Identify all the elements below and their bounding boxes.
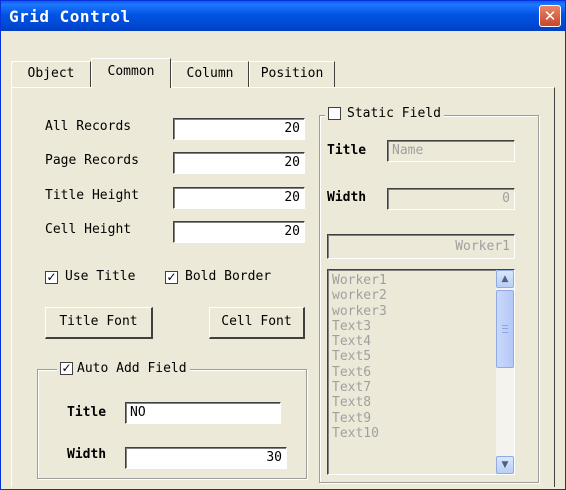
all-records-label: All Records: [45, 119, 132, 134]
list-item[interactable]: Text6: [332, 365, 387, 380]
static-selected-value[interactable]: Worker1: [327, 234, 515, 259]
static-field-label: Static Field: [347, 106, 441, 121]
static-title-input[interactable]: Name: [387, 140, 515, 162]
use-title-label: Use Title: [65, 269, 136, 284]
list-item[interactable]: Text4: [332, 334, 387, 349]
cell-font-button[interactable]: Cell Font: [209, 307, 305, 339]
static-field-checkbox[interactable]: [328, 107, 341, 120]
page-records-input[interactable]: 20: [173, 152, 305, 174]
static-width-label: Width: [327, 190, 367, 205]
list-item[interactable]: Text3: [332, 319, 387, 334]
auto-add-width-label: Width: [67, 447, 107, 462]
close-button[interactable]: ✕: [539, 5, 561, 27]
list-item[interactable]: Text8: [332, 395, 387, 410]
grid-control-dialog: Grid Control ✕ Object Common Column Posi…: [0, 0, 566, 490]
check-icon: ✓: [61, 361, 72, 375]
list-item[interactable]: Text7: [332, 380, 387, 395]
list-item[interactable]: worker2: [332, 288, 387, 303]
check-icon: ✓: [166, 270, 177, 284]
title-bar[interactable]: Grid Control ✕: [1, 1, 565, 31]
static-field-list[interactable]: Worker1 worker2 worker3 Text3 Text4 Text…: [327, 269, 515, 475]
auto-add-title-input[interactable]: NO: [125, 402, 281, 424]
scroll-thumb[interactable]: [496, 290, 514, 368]
scroll-up-button[interactable]: ▲: [496, 270, 514, 288]
static-field-legend: Static Field: [325, 106, 444, 121]
tab-column[interactable]: Column: [171, 61, 249, 87]
title-font-button[interactable]: Title Font: [45, 307, 153, 339]
list-scrollbar[interactable]: ▲ ▼: [496, 270, 514, 474]
bold-border-label: Bold Border: [185, 269, 272, 284]
list-item[interactable]: Worker1: [332, 273, 387, 288]
use-title-checkbox[interactable]: ✓: [45, 271, 58, 284]
page-records-label: Page Records: [45, 153, 139, 168]
chevron-down-icon: ▼: [501, 460, 509, 470]
list-items: Worker1 worker2 worker3 Text3 Text4 Text…: [332, 273, 387, 441]
all-records-input[interactable]: 20: [173, 118, 305, 140]
auto-add-field-legend: ✓ Auto Add Field: [57, 361, 190, 376]
cell-height-label: Cell Height: [45, 222, 132, 237]
scroll-down-button[interactable]: ▼: [496, 456, 514, 474]
cell-height-input[interactable]: 20: [173, 221, 305, 243]
auto-add-title-label: Title: [67, 405, 107, 420]
static-title-label: Title: [327, 143, 367, 158]
window-title: Grid Control: [9, 7, 131, 26]
auto-add-field-label: Auto Add Field: [77, 361, 187, 376]
tab-position[interactable]: Position: [249, 61, 335, 87]
title-height-input[interactable]: 20: [173, 187, 305, 209]
title-height-label: Title Height: [45, 188, 139, 203]
grip-icon: [502, 325, 508, 333]
list-item[interactable]: Text10: [332, 426, 387, 441]
list-item[interactable]: Text5: [332, 349, 387, 364]
static-width-input[interactable]: 0: [387, 188, 515, 210]
list-item[interactable]: worker3: [332, 304, 387, 319]
tab-common[interactable]: Common: [91, 58, 171, 88]
tab-object[interactable]: Object: [11, 61, 91, 87]
auto-add-field-checkbox[interactable]: ✓: [60, 362, 73, 375]
check-icon: ✓: [46, 270, 57, 284]
chevron-up-icon: ▲: [501, 274, 509, 284]
bold-border-checkbox[interactable]: ✓: [165, 271, 178, 284]
list-item[interactable]: Text9: [332, 411, 387, 426]
auto-add-width-input[interactable]: 30: [125, 447, 287, 469]
close-icon: ✕: [543, 7, 557, 25]
